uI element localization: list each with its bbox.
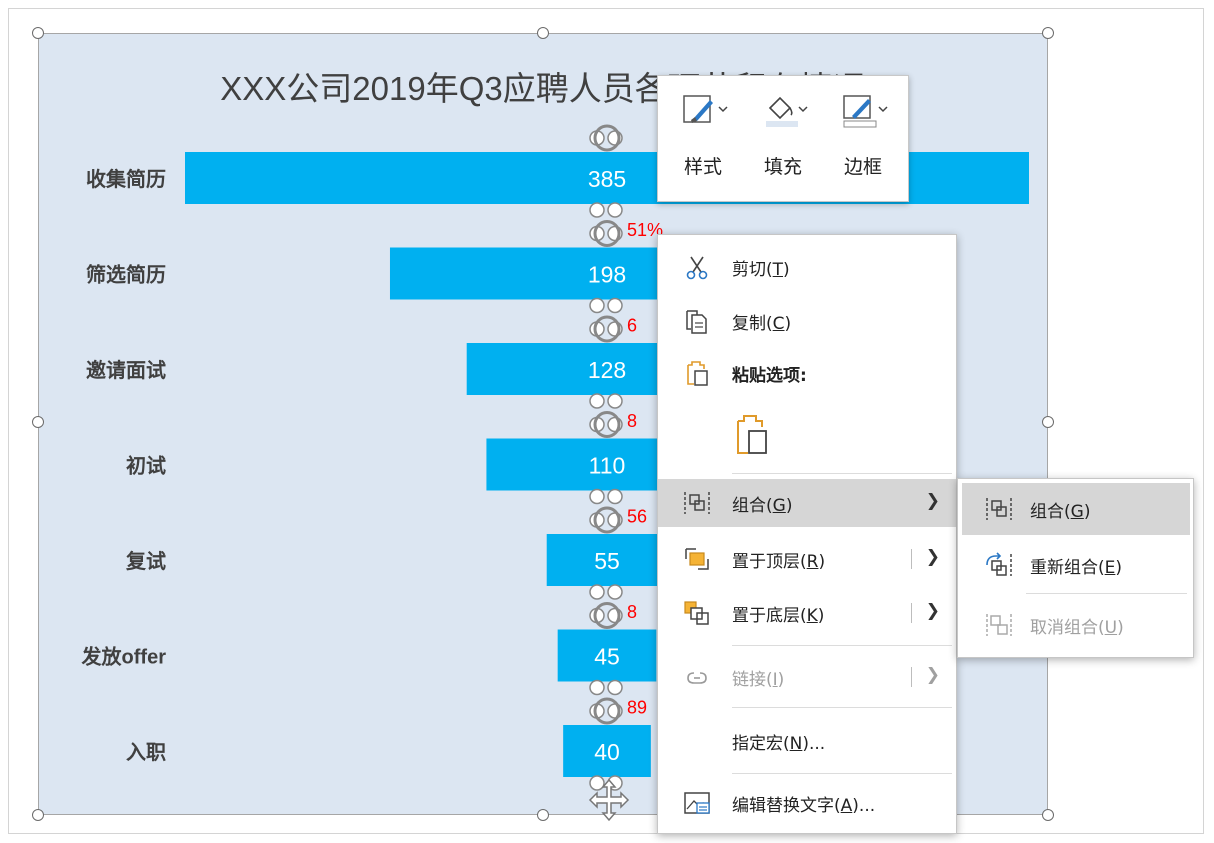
value-label[interactable]: 40 xyxy=(594,739,620,765)
label-handle[interactable] xyxy=(589,297,605,314)
menu-item-assign-macro[interactable]: 指定宏(N)... xyxy=(658,717,956,765)
category-label: 收集简历 xyxy=(86,167,166,191)
value-label[interactable]: 128 xyxy=(588,357,626,383)
paste-keep-format-button[interactable] xyxy=(732,411,772,459)
conversion-rate-label[interactable]: 6 xyxy=(627,316,637,336)
border-label: 边框 xyxy=(843,156,882,178)
bring-to-front-icon xyxy=(685,548,709,570)
category-label: 复试 xyxy=(125,549,166,573)
value-label[interactable]: 45 xyxy=(594,644,620,670)
category-label: 发放offer xyxy=(81,645,167,669)
submenu-group-label: 组合( xyxy=(1030,502,1071,522)
label-handle[interactable] xyxy=(589,584,605,600)
cut-label: 剪切( xyxy=(732,260,773,280)
fill-label: 填充 xyxy=(763,156,802,178)
border-pen-icon xyxy=(843,95,888,128)
group-submenu: 组合(G) 重新组合(E) 取消组合(U) xyxy=(957,478,1194,658)
conversion-rate-label[interactable]: 56 xyxy=(627,507,647,527)
context-menu: 剪切(T) 复制(C) 粘贴选项: 组合(G) ❯ 置于顶层(R) ❯ 置于底层… xyxy=(657,234,957,834)
category-label: 筛选简历 xyxy=(86,263,166,287)
chevron-right-icon[interactable]: ❯ xyxy=(926,547,940,567)
menu-item-link[interactable]: 链接(I) ❯ xyxy=(658,653,956,701)
menu-separator xyxy=(732,707,952,708)
resize-handle-middle-right[interactable] xyxy=(1042,416,1054,428)
label-handle[interactable] xyxy=(589,679,605,696)
category-label: 初试 xyxy=(126,454,166,478)
label-handle[interactable] xyxy=(607,488,623,505)
regroup-icon xyxy=(986,552,1012,576)
label-handle[interactable] xyxy=(607,202,623,218)
chevron-right-icon[interactable]: ❯ xyxy=(926,601,940,621)
resize-handle-middle-left[interactable] xyxy=(32,416,44,428)
menu-separator xyxy=(732,773,952,774)
menu-item-send-to-back[interactable]: 置于底层(K) ❯ xyxy=(658,589,956,637)
submenu-item-ungroup[interactable]: 取消组合(U) xyxy=(962,599,1190,651)
menu-item-bring-to-front[interactable]: 置于顶层(R) ❯ xyxy=(658,535,956,583)
bring-to-front-label: 置于顶层( xyxy=(732,552,807,572)
value-label[interactable]: 198 xyxy=(588,262,626,288)
label-handle[interactable] xyxy=(589,393,605,409)
resize-handle-top-right[interactable] xyxy=(1042,27,1054,39)
funnel-chart[interactable]: XXX公司2019年Q3应聘人员各环节留存情况 收集简历筛选简历邀请面试初试复试… xyxy=(0,0,1214,843)
submenu-regroup-label: 重新组合( xyxy=(1030,558,1105,578)
submenu-separator xyxy=(1026,593,1187,594)
send-to-back-label: 置于底层( xyxy=(732,606,807,626)
copy-label: 复制( xyxy=(732,314,773,334)
submenu-item-regroup[interactable]: 重新组合(E) xyxy=(962,539,1190,591)
category-label: 入职 xyxy=(126,741,166,764)
style-label: 样式 xyxy=(683,156,722,178)
conversion-rate-label[interactable]: 8 xyxy=(627,411,637,431)
scissors-icon xyxy=(686,256,708,280)
category-label: 邀请面试 xyxy=(86,358,166,382)
mini-toolbar: 样式 填充 边框 xyxy=(657,75,909,202)
move-cursor-icon xyxy=(588,778,630,822)
edit-alt-text-label: 编辑替换文字( xyxy=(732,796,841,816)
label-handle[interactable] xyxy=(607,393,623,409)
link-icon xyxy=(687,672,707,684)
menu-separator xyxy=(732,473,952,474)
ungroup-icon xyxy=(986,614,1012,636)
paste-icon xyxy=(737,415,767,454)
label-handle[interactable] xyxy=(607,679,623,696)
value-label[interactable]: 110 xyxy=(589,453,626,479)
chevron-right-icon: ❯ xyxy=(925,491,940,511)
resize-handle-bottom-right[interactable] xyxy=(1042,809,1054,821)
paste-options-label: 粘贴选项: xyxy=(732,366,807,386)
style-button[interactable]: 样式 xyxy=(672,86,734,186)
link-label: 链接( xyxy=(732,670,773,690)
value-label[interactable]: 385 xyxy=(588,166,626,192)
group-objects-icon xyxy=(986,498,1012,520)
label-handle[interactable] xyxy=(589,202,605,218)
label-handle[interactable] xyxy=(607,297,623,314)
menu-item-edit-alt-text[interactable]: 编辑替换文字(A)... xyxy=(658,779,956,827)
resize-handle-top-center[interactable] xyxy=(537,27,549,39)
send-to-back-icon xyxy=(684,601,709,625)
resize-handle-bottom-center[interactable] xyxy=(537,809,549,821)
menu-item-group[interactable]: 组合(G) ❯ xyxy=(658,479,956,527)
copy-icon xyxy=(686,310,707,334)
fill-bucket-icon xyxy=(766,96,808,127)
border-button[interactable]: 边框 xyxy=(832,86,894,186)
resize-handle-top-left[interactable] xyxy=(32,27,44,39)
submenu-item-group[interactable]: 组合(G) xyxy=(962,483,1190,535)
menu-separator xyxy=(732,645,952,646)
conversion-rate-label[interactable]: 89 xyxy=(627,698,647,718)
value-label[interactable]: 55 xyxy=(594,548,620,574)
shape-style-icon xyxy=(683,95,728,123)
fill-button[interactable]: 填充 xyxy=(752,86,814,186)
clipboard-icon xyxy=(687,361,708,386)
conversion-rate-label[interactable]: 8 xyxy=(627,602,637,622)
group-objects-icon xyxy=(684,492,710,514)
alt-text-icon xyxy=(684,792,710,814)
label-handle[interactable] xyxy=(589,488,605,505)
resize-handle-bottom-left[interactable] xyxy=(32,809,44,821)
chevron-right-icon: ❯ xyxy=(925,665,940,685)
group-label: 组合( xyxy=(732,496,773,516)
menu-item-paste-options: 粘贴选项: xyxy=(658,349,956,397)
submenu-ungroup-label: 取消组合( xyxy=(1030,618,1105,638)
assign-macro-label: 指定宏( xyxy=(732,734,790,754)
menu-item-cut[interactable]: 剪切(T) xyxy=(658,243,956,291)
label-handle[interactable] xyxy=(607,584,623,600)
menu-item-copy[interactable]: 复制(C) xyxy=(658,297,956,345)
